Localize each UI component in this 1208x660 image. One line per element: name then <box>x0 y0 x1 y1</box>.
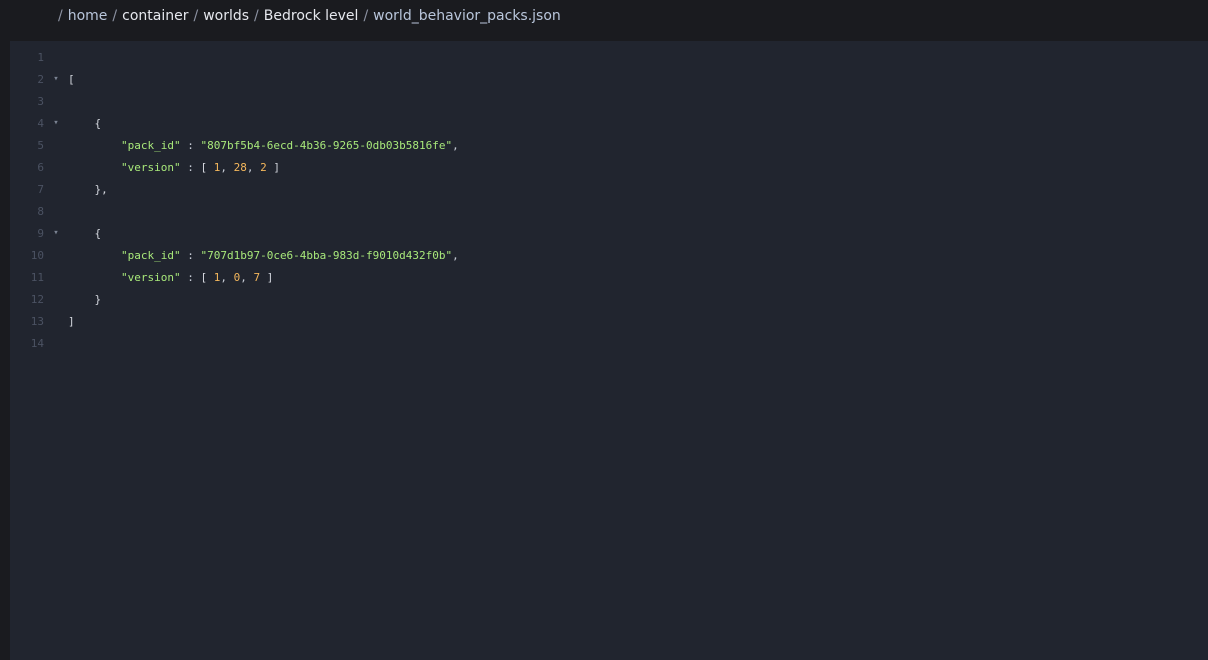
json-brace: { <box>94 116 102 130</box>
json-colon: : <box>180 138 201 152</box>
code-text: "version" : [ 1, 0, 7 ] <box>68 271 273 284</box>
code-line: 4 ▾ { <box>10 112 1208 134</box>
line-number: 9 <box>37 226 44 240</box>
breadcrumb-item-bedrock-level[interactable]: Bedrock level <box>264 8 359 24</box>
code-editor[interactable]: 1 2 ▾ [ 3 4 ▾ { 5 "pack_id" : "807bf5b4-… <box>10 41 1208 660</box>
json-key: "version" <box>120 160 181 174</box>
code-text: [ <box>68 73 75 86</box>
code-line: 5 "pack_id" : "807bf5b4-6ecd-4b36-9265-0… <box>10 134 1208 156</box>
json-array-open: [ <box>200 160 214 174</box>
line-number: 7 <box>37 182 44 196</box>
breadcrumb-separator: / <box>58 8 63 24</box>
breadcrumb-item-current-file: world_behavior_packs.json <box>373 8 561 24</box>
code-line: 2 ▾ [ <box>10 68 1208 90</box>
line-number: 8 <box>37 204 44 218</box>
json-colon: : <box>180 248 201 262</box>
code-line: 13 ] <box>10 310 1208 332</box>
line-number: 1 <box>37 50 44 64</box>
line-number: 14 <box>30 336 44 350</box>
json-key: "pack_id" <box>120 138 181 152</box>
line-number: 13 <box>30 314 44 328</box>
code-text: "version" : [ 1, 28, 2 ] <box>68 161 280 174</box>
code-text: { <box>68 226 102 240</box>
json-key: "pack_id" <box>120 248 181 262</box>
code-text: "pack_id" : "807bf5b4-6ecd-4b36-9265-0db… <box>68 139 459 152</box>
code-text: } <box>68 292 102 306</box>
json-colon: : <box>180 270 201 284</box>
code-line: 14 <box>10 332 1208 354</box>
code-line: 9 ▾ { <box>10 222 1208 244</box>
line-number: 5 <box>37 138 44 152</box>
json-comma: , <box>246 160 261 174</box>
json-array-close: ] <box>260 270 274 284</box>
fold-toggle-icon[interactable]: ▾ <box>44 118 68 128</box>
breadcrumb-separator: / <box>363 8 369 24</box>
line-number: 3 <box>37 94 44 108</box>
code-line: 12 } <box>10 288 1208 310</box>
line-number: 11 <box>30 270 44 284</box>
json-brace: }, <box>94 182 108 196</box>
fold-toggle-icon[interactable]: ▾ <box>44 74 68 84</box>
line-number: 6 <box>37 160 44 174</box>
json-bracket: [ <box>68 72 75 86</box>
json-comma: , <box>240 270 254 284</box>
line-number: 12 <box>30 292 44 306</box>
json-colon: : <box>180 160 201 174</box>
code-text: }, <box>68 183 108 196</box>
code-line: 1 <box>10 46 1208 68</box>
fold-toggle-icon[interactable]: ▾ <box>44 228 68 238</box>
breadcrumb-separator: / <box>112 8 118 24</box>
code-line: 8 <box>10 200 1208 222</box>
json-key: "version" <box>120 270 181 284</box>
json-number: 2 <box>260 160 267 174</box>
code-line: 11 "version" : [ 1, 0, 7 ] <box>10 266 1208 288</box>
json-brace: { <box>94 226 102 240</box>
breadcrumb-separator: / <box>254 8 259 24</box>
line-number: 2 <box>37 72 44 86</box>
code-text: { <box>68 116 102 130</box>
breadcrumb-separator: / <box>193 8 199 24</box>
breadcrumb-item-home[interactable]: home <box>68 8 108 24</box>
json-comma: , <box>220 160 234 174</box>
json-comma: , <box>452 138 459 152</box>
breadcrumb-item-worlds[interactable]: worlds <box>203 8 249 24</box>
json-array-open: [ <box>200 270 214 284</box>
json-string-value: "707d1b97-0ce6-4bba-983d-f9010d432f0b" <box>200 248 453 262</box>
json-comma: , <box>220 270 234 284</box>
breadcrumb: / home / container / worlds / Bedrock le… <box>58 0 561 32</box>
json-brace: } <box>94 292 102 306</box>
json-array-close: ] <box>266 160 280 174</box>
json-number: 28 <box>233 160 247 174</box>
breadcrumb-item-container[interactable]: container <box>122 8 188 24</box>
code-line: 10 "pack_id" : "707d1b97-0ce6-4bba-983d-… <box>10 244 1208 266</box>
code-text: ] <box>68 315 75 328</box>
json-string-value: "807bf5b4-6ecd-4b36-9265-0db03b5816fe" <box>200 138 453 152</box>
line-number: 10 <box>30 248 44 262</box>
line-number: 4 <box>37 116 44 130</box>
code-line: 3 <box>10 90 1208 112</box>
json-bracket: ] <box>68 314 75 328</box>
code-line: 7 }, <box>10 178 1208 200</box>
code-text: "pack_id" : "707d1b97-0ce6-4bba-983d-f90… <box>68 249 459 262</box>
json-comma: , <box>452 248 459 262</box>
code-line: 6 "version" : [ 1, 28, 2 ] <box>10 156 1208 178</box>
